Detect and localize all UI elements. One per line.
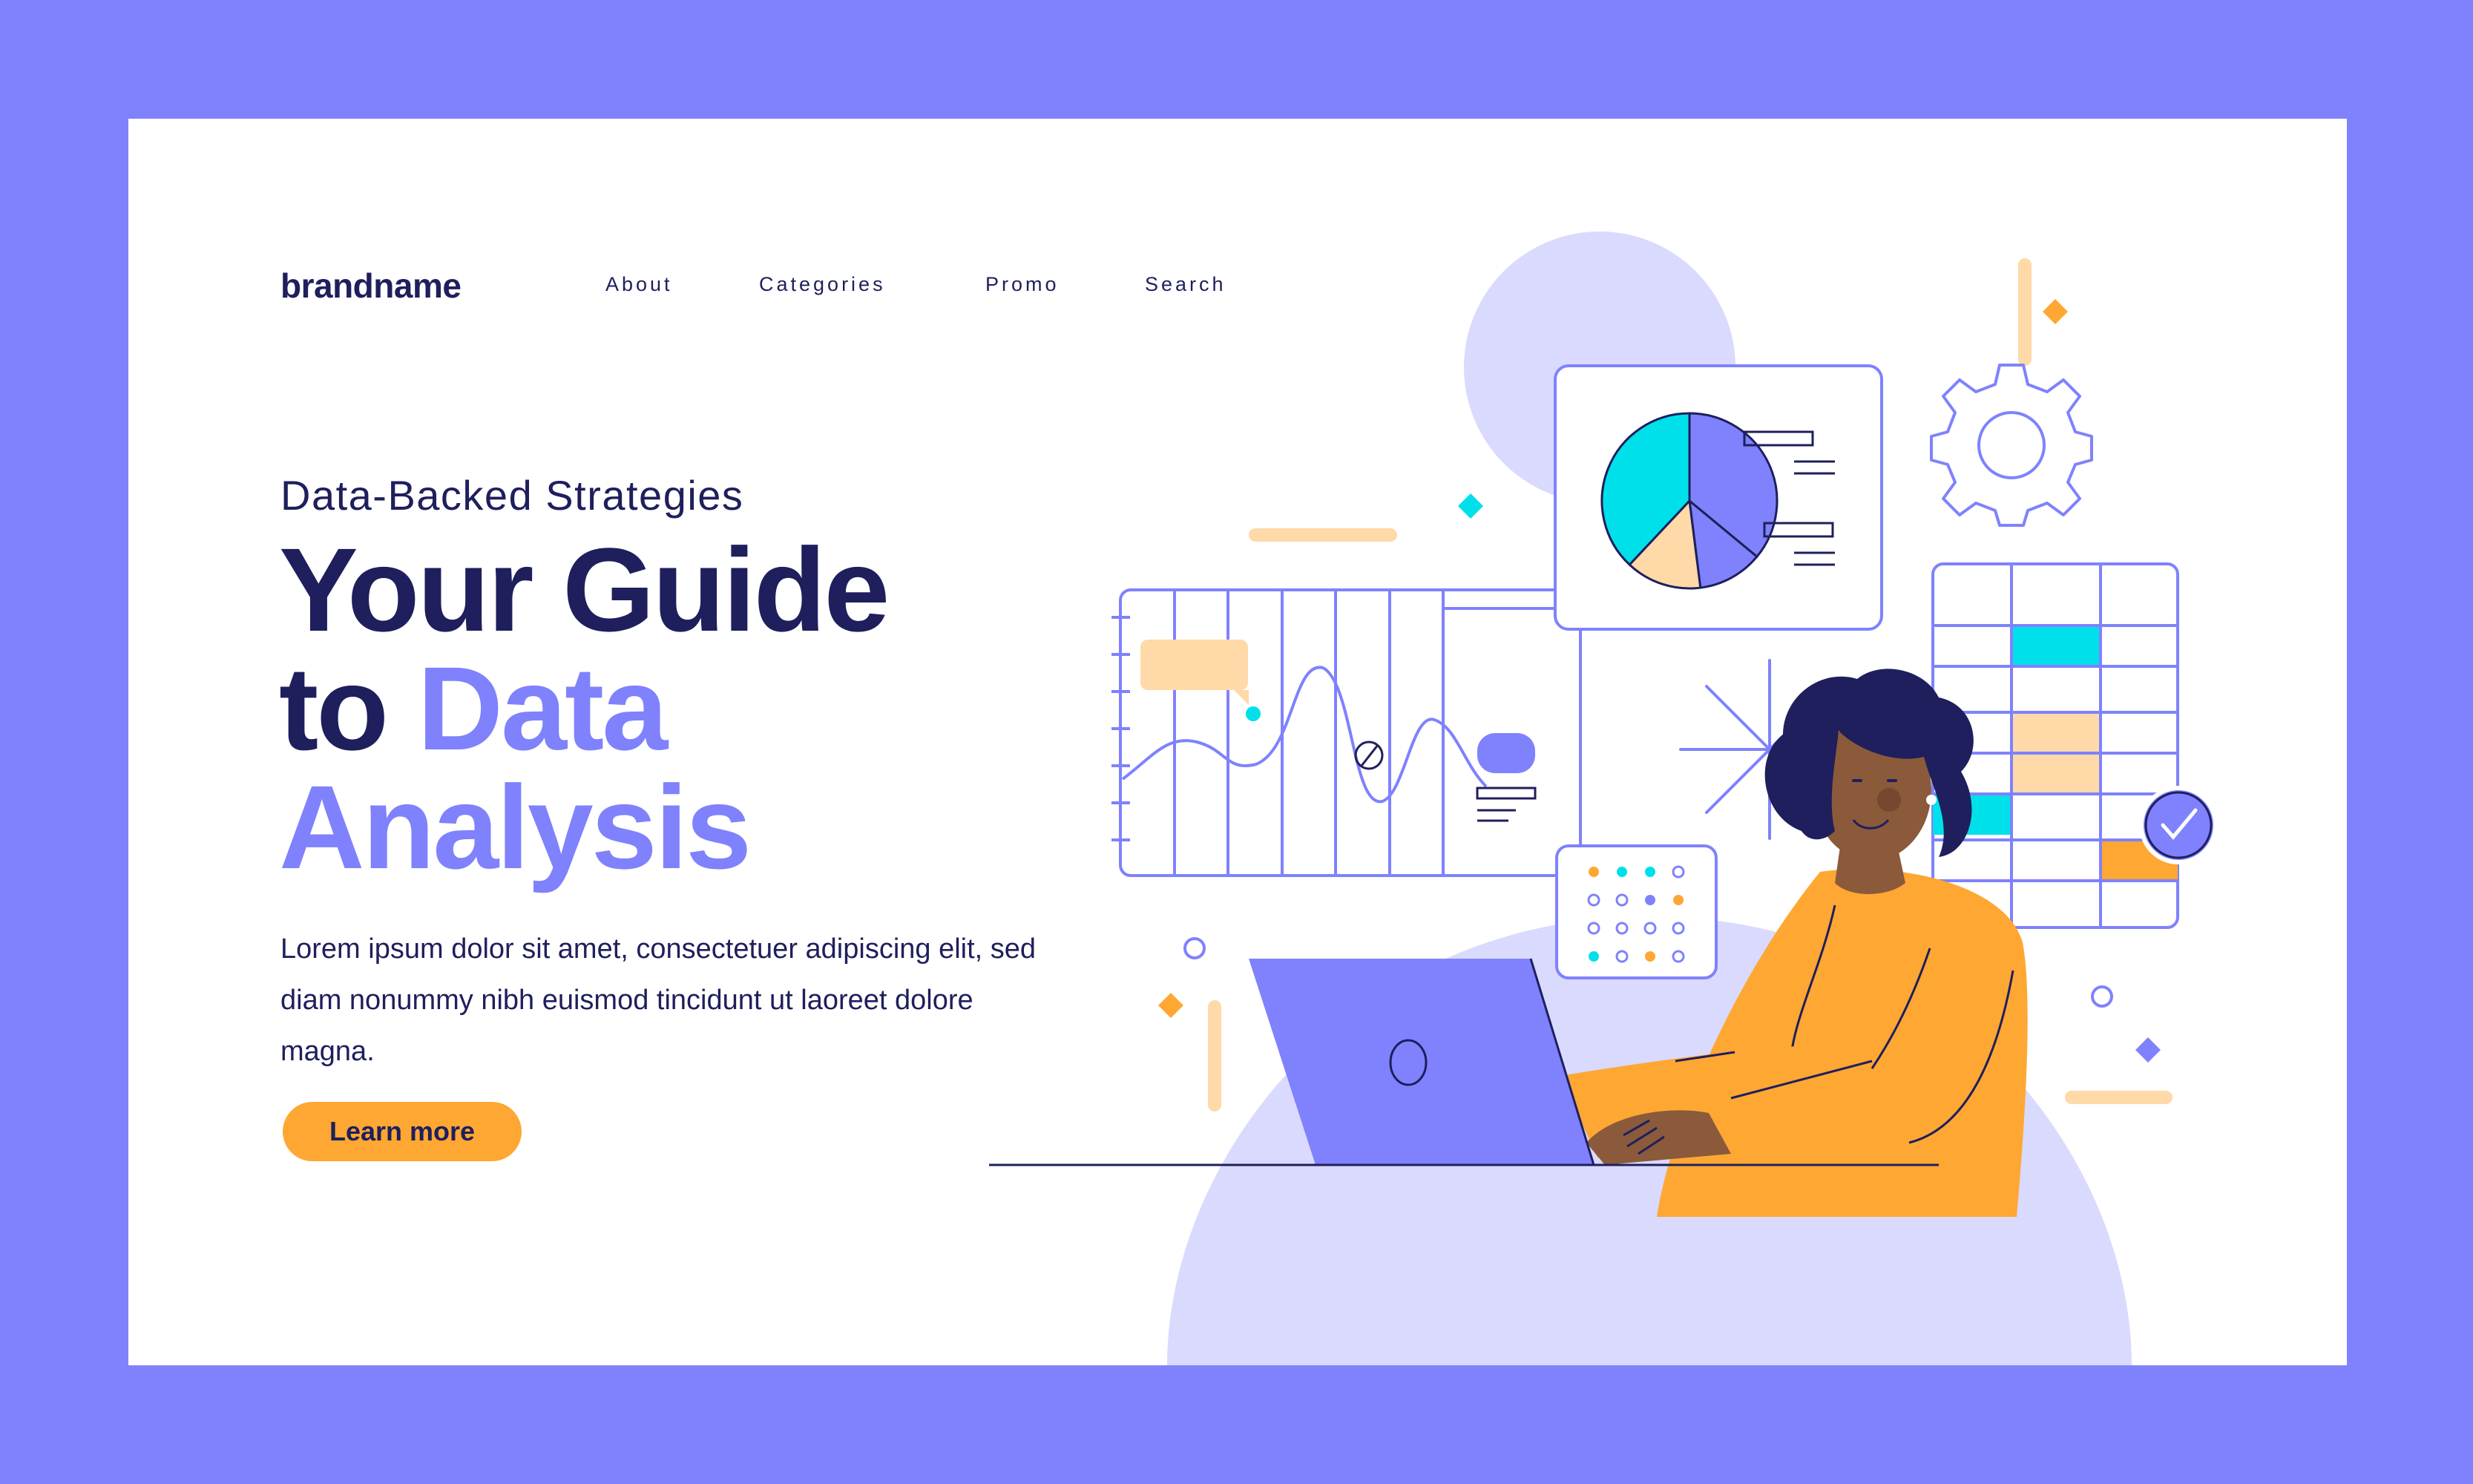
pie-chart <box>1600 412 1779 590</box>
orange-diamond-2 <box>1158 993 1183 1018</box>
headline-analysis: Analysis <box>279 761 752 893</box>
hero-subtitle: Data-Backed Strategies <box>280 472 744 519</box>
headline-data: Data <box>417 642 668 775</box>
headline-to: to <box>279 642 389 775</box>
peach-bar-bottom-right <box>2065 1091 2173 1104</box>
nav-about[interactable]: About <box>605 273 673 296</box>
peach-bar-vertical-left <box>1208 1000 1221 1112</box>
spreadsheet-panel <box>1931 562 2218 929</box>
dots-panel <box>1555 844 1718 979</box>
nav-promo[interactable]: Promo <box>985 273 1060 296</box>
grid-dot <box>1589 951 1599 962</box>
headline-line-1: Your Guide <box>279 523 890 656</box>
check-badge-icon <box>2139 786 2218 864</box>
small-ring-1 <box>1183 937 1206 959</box>
hero-headline: Your Guide to Data Analysis <box>279 531 890 887</box>
nav-search[interactable]: Search <box>1145 273 1226 296</box>
brand-logo[interactable]: brandname <box>280 266 462 306</box>
gear-icon <box>1930 364 2093 527</box>
cyan-diamond <box>1458 493 1483 519</box>
grid-dot <box>1645 867 1655 877</box>
hero-body-text: Lorem ipsum dolor sit amet, consectetuer… <box>280 933 1037 1067</box>
page-card: brandname About Categories Promo Search … <box>128 119 2347 1365</box>
learn-more-button[interactable]: Learn more <box>283 1102 522 1161</box>
orange-diamond-1 <box>2043 299 2068 324</box>
pie-chart-panel <box>1554 364 1883 631</box>
purple-diamond <box>2135 1037 2161 1063</box>
peach-bar-vertical-right <box>2018 258 2032 366</box>
grid-dot <box>1645 951 1655 962</box>
line-chart-panel <box>1111 588 1582 877</box>
grid-dot <box>1673 895 1684 905</box>
grid-dot <box>1645 895 1655 905</box>
grid-dot <box>1617 867 1627 877</box>
grid-dot <box>1589 867 1599 877</box>
peach-bar-top <box>1249 528 1397 542</box>
nav-categories[interactable]: Categories <box>759 273 886 296</box>
small-ring-2 <box>2091 985 2113 1008</box>
